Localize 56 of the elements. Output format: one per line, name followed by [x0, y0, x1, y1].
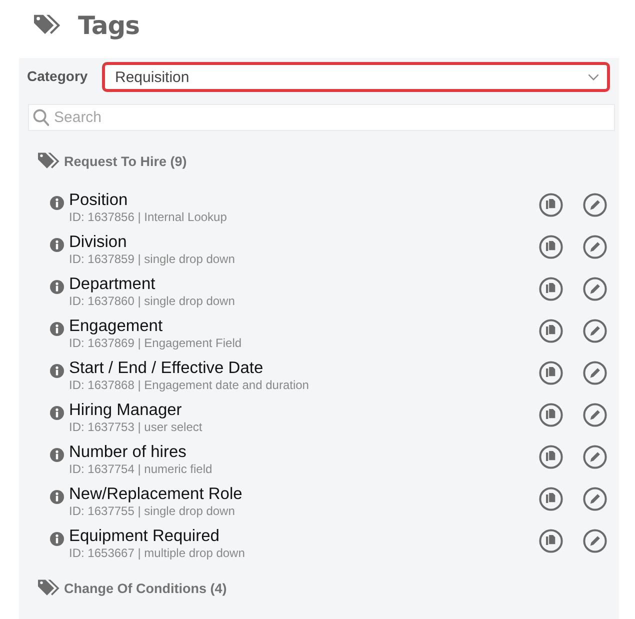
- field-detail: ID: 1653667 | multiple drop down: [69, 546, 245, 560]
- edit-icon[interactable]: [583, 235, 607, 259]
- copy-icon[interactable]: [539, 193, 563, 217]
- group-title[interactable]: Change Of Conditions (4): [64, 580, 227, 596]
- info-icon[interactable]: [50, 280, 64, 294]
- edit-icon[interactable]: [583, 277, 607, 301]
- copy-icon[interactable]: [539, 277, 563, 301]
- info-icon[interactable]: [50, 238, 64, 252]
- info-icon[interactable]: [50, 196, 64, 210]
- category-select[interactable]: Requisition: [102, 62, 610, 92]
- tag-icon: [34, 14, 61, 36]
- search-icon: [33, 109, 49, 126]
- field-name: Number of hires: [69, 442, 186, 462]
- info-icon[interactable]: [50, 490, 64, 504]
- copy-icon[interactable]: [539, 235, 563, 259]
- field-detail: ID: 1637754 | numeric field: [69, 462, 212, 476]
- info-icon[interactable]: [50, 364, 64, 378]
- field-name: Position: [69, 190, 128, 210]
- tag-icon: [38, 579, 60, 597]
- search-field[interactable]: Search: [28, 104, 615, 131]
- edit-icon[interactable]: [583, 193, 607, 217]
- field-detail: ID: 1637753 | user select: [69, 420, 202, 434]
- field-name: Start / End / Effective Date: [69, 358, 264, 378]
- copy-icon[interactable]: [539, 361, 563, 385]
- field-detail: ID: 1637755 | single drop down: [69, 504, 235, 518]
- field-name: Division: [69, 232, 127, 252]
- group-title[interactable]: Request To Hire (9): [64, 154, 187, 168]
- edit-icon[interactable]: [583, 445, 607, 469]
- field-name: Engagement: [69, 316, 163, 336]
- tag-icon: [38, 152, 60, 170]
- copy-icon[interactable]: [539, 445, 563, 469]
- copy-icon[interactable]: [539, 319, 563, 343]
- category-label: Category: [27, 68, 89, 84]
- edit-icon[interactable]: [583, 361, 607, 385]
- edit-icon[interactable]: [583, 487, 607, 511]
- field-name: Department: [69, 274, 156, 294]
- field-detail: ID: 1637860 | single drop down: [69, 294, 235, 308]
- info-icon[interactable]: [50, 406, 64, 420]
- edit-icon[interactable]: [583, 319, 607, 343]
- copy-icon[interactable]: [539, 487, 563, 511]
- edit-icon[interactable]: [583, 529, 607, 553]
- field-detail: ID: 1637859 | single drop down: [69, 252, 235, 266]
- copy-icon[interactable]: [539, 529, 563, 553]
- field-name: New/Replacement Role: [69, 484, 242, 504]
- copy-icon[interactable]: [539, 403, 563, 427]
- field-name: Equipment Required: [69, 526, 220, 546]
- field-name: Hiring Manager: [69, 400, 182, 420]
- field-detail: ID: 1637868 | Engagement date and duration: [69, 378, 309, 392]
- field-detail: ID: 1637869 | Engagement Field: [69, 336, 242, 350]
- info-icon[interactable]: [50, 532, 64, 546]
- page-title: Tags: [78, 10, 140, 40]
- edit-icon[interactable]: [583, 403, 607, 427]
- info-icon[interactable]: [50, 322, 64, 336]
- field-detail: ID: 1637856 | Internal Lookup: [69, 210, 227, 224]
- info-icon[interactable]: [50, 448, 64, 462]
- chevron-down-icon: [588, 74, 599, 80]
